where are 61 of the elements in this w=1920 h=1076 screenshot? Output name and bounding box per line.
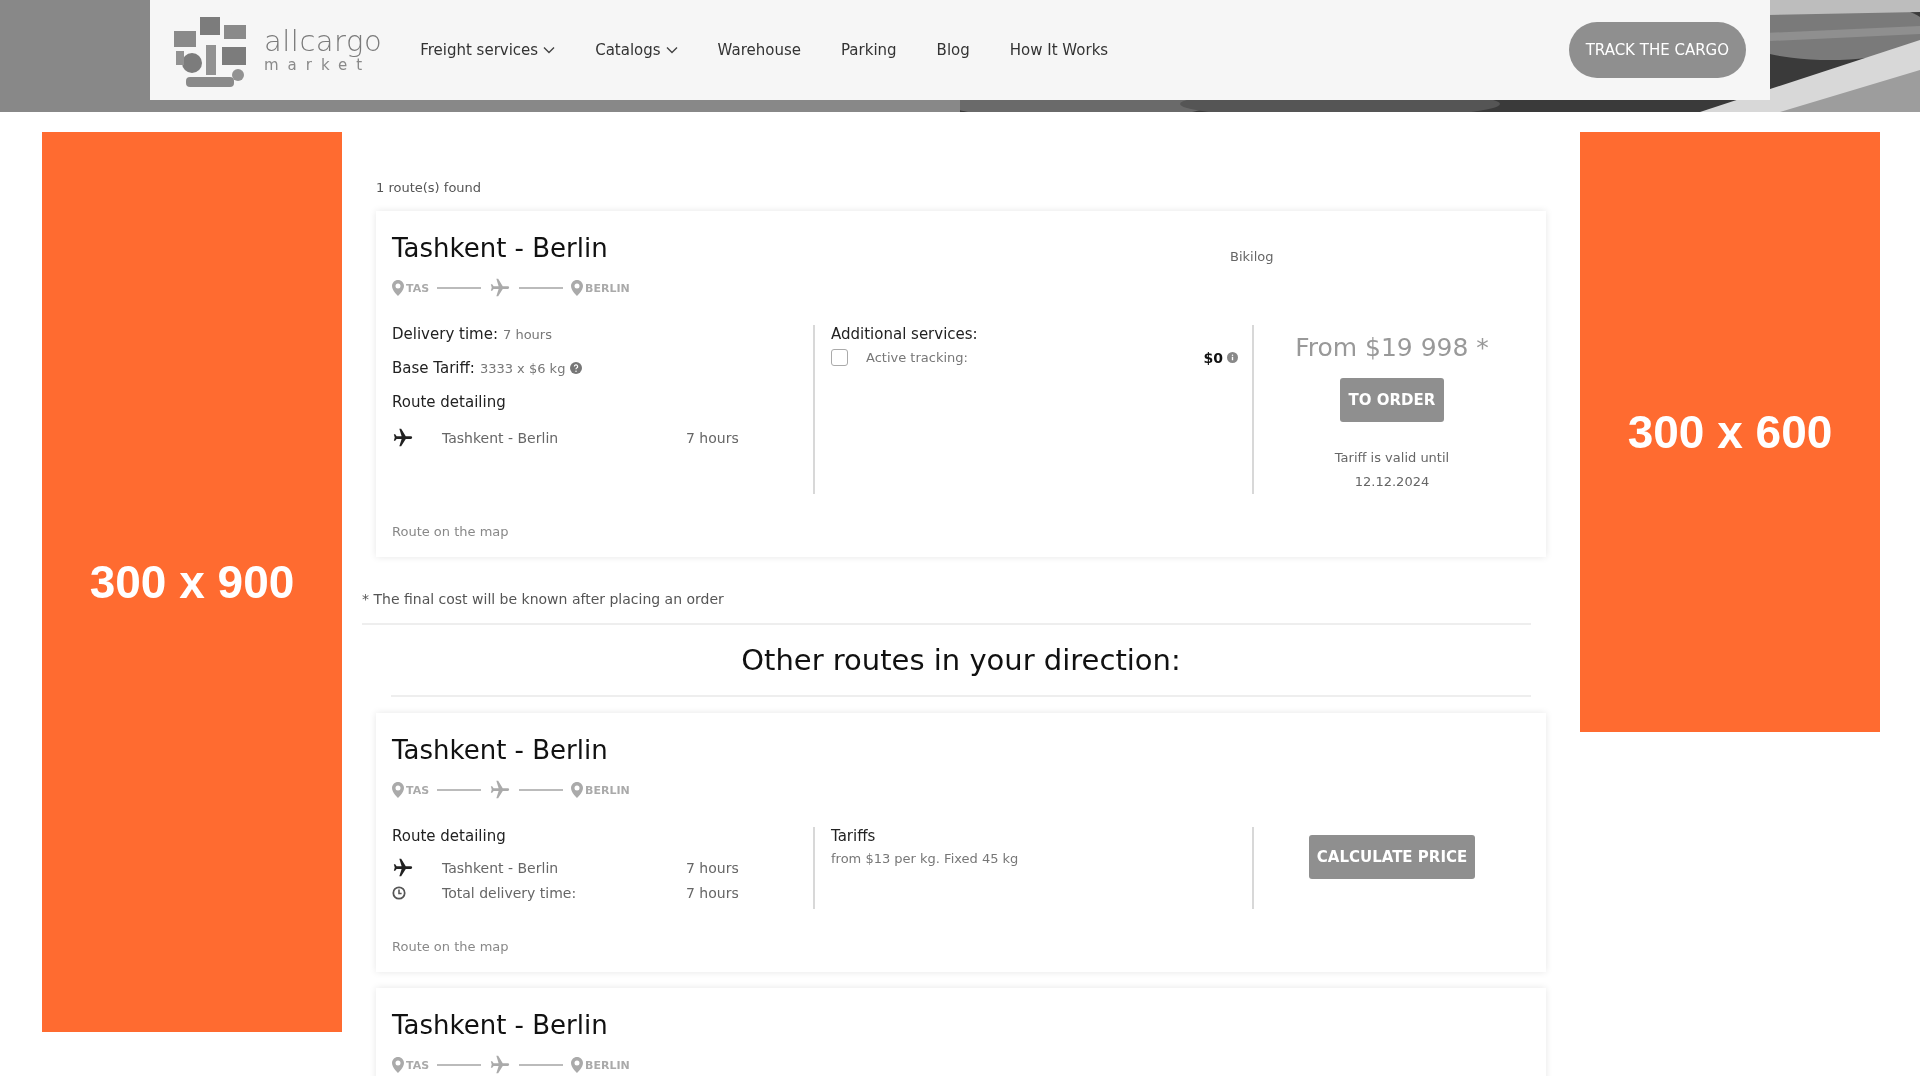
leg-duration: 7 hours bbox=[686, 430, 739, 446]
result-count: 1 route(s) found bbox=[376, 180, 483, 195]
nav-link[interactable]: Freight services bbox=[420, 41, 556, 59]
validity-date: 12.12.2024 bbox=[1354, 473, 1430, 491]
location-pin-icon bbox=[571, 280, 584, 296]
airport-code: TAS bbox=[406, 783, 430, 797]
airplane-icon bbox=[489, 779, 512, 801]
carrier-name: Bikilog bbox=[1230, 248, 1275, 266]
logo-tagline: market bbox=[264, 58, 372, 73]
price-text: From $19 998 * bbox=[1295, 333, 1489, 362]
ad-size-label: 300 x 900 bbox=[89, 555, 295, 609]
chevron-down-icon bbox=[543, 46, 556, 54]
leg-route: Tashkent - Berlin bbox=[442, 430, 560, 446]
checkbox[interactable] bbox=[831, 349, 848, 366]
section-heading: Tariffs bbox=[831, 827, 877, 845]
airport-code: BERLIN bbox=[585, 281, 630, 295]
ad-size-label: 300 x 600 bbox=[1627, 405, 1833, 459]
route-title: Tashkent - Berlin bbox=[392, 233, 609, 263]
field-label: Delivery time: bbox=[392, 325, 498, 343]
leg-route: Total delivery time: bbox=[442, 885, 578, 901]
field-label: Base Tariff: bbox=[392, 359, 475, 377]
info-icon bbox=[1227, 352, 1238, 363]
nav-link[interactable]: Blog bbox=[936, 41, 970, 59]
chevron-down-icon bbox=[665, 46, 678, 54]
location-pin-icon bbox=[392, 1057, 404, 1073]
route-map-link[interactable]: Route on the map bbox=[392, 939, 509, 954]
airplane-icon bbox=[392, 427, 414, 449]
validity-text: Tariff is valid until bbox=[1334, 449, 1450, 467]
section-heading: Route detailing bbox=[392, 827, 507, 845]
leg-route: Tashkent - Berlin bbox=[442, 860, 560, 876]
route-title: Tashkent - Berlin bbox=[392, 735, 609, 765]
service-label: Active tracking: bbox=[866, 350, 969, 365]
clock-icon bbox=[392, 886, 406, 900]
leg-duration: 7 hours bbox=[686, 885, 739, 901]
airport-code: TAS bbox=[406, 1058, 430, 1072]
tariff-text: from $13 per kg. Fixed 45 kg bbox=[831, 851, 1020, 866]
airplane-icon bbox=[392, 857, 414, 879]
airplane-icon bbox=[489, 277, 512, 299]
route-map-link[interactable]: Route on the map bbox=[392, 524, 509, 539]
section-heading: Route detailing bbox=[392, 393, 507, 411]
nav-link[interactable]: Catalogs bbox=[595, 41, 678, 59]
location-pin-icon bbox=[392, 280, 404, 296]
location-pin-icon bbox=[392, 782, 404, 798]
nav-link[interactable]: Parking bbox=[840, 41, 897, 59]
help-icon bbox=[570, 362, 583, 374]
location-pin-icon bbox=[571, 1057, 584, 1073]
section-title: Other routes in your direction: bbox=[391, 625, 1531, 697]
footnote-text: * The final cost will be known after placing an order bbox=[362, 591, 1531, 625]
airport-code: BERLIN bbox=[585, 783, 630, 797]
airport-code: BERLIN bbox=[585, 1058, 630, 1072]
field-value: 3333 x $6 kg bbox=[479, 360, 566, 376]
nav-link[interactable]: How It Works bbox=[1009, 41, 1109, 59]
nav-link[interactable]: Warehouse bbox=[717, 41, 801, 59]
location-pin-icon bbox=[571, 782, 584, 798]
route-title: Tashkent - Berlin bbox=[392, 1010, 609, 1040]
airport-code: TAS bbox=[406, 281, 430, 295]
field-value: 7 hours bbox=[503, 326, 552, 342]
service-price: $0 bbox=[1203, 349, 1223, 366]
airplane-icon bbox=[489, 1054, 512, 1076]
section-heading: Additional services: bbox=[831, 325, 979, 343]
leg-duration: 7 hours bbox=[686, 860, 739, 876]
